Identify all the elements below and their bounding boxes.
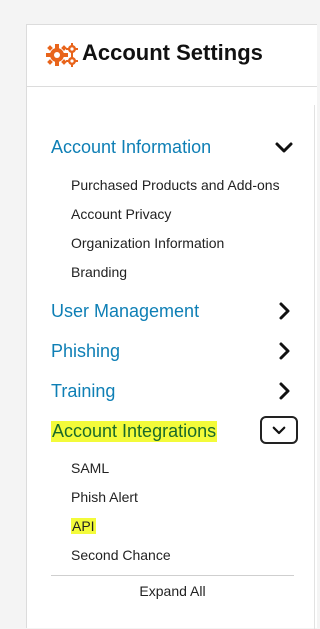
chevron-right-icon[interactable] [272, 299, 296, 323]
section-phishing[interactable]: Phishing [51, 337, 296, 365]
panel-header: Account Settings [27, 25, 317, 87]
nav-item-branding[interactable]: Branding [71, 264, 127, 280]
chevron-right-icon[interactable] [272, 379, 296, 403]
nav-item-api-label[interactable]: API [71, 518, 96, 534]
divider [51, 575, 294, 576]
expand-all-button[interactable]: Expand All [51, 583, 294, 599]
section-training[interactable]: Training [51, 377, 296, 405]
section-label[interactable]: User Management [51, 301, 199, 322]
nav-item-api[interactable]: API [71, 518, 96, 534]
account-settings-panel: Account Settings Account Information Pur… [26, 24, 318, 629]
nav-item-second-chance[interactable]: Second Chance [71, 547, 171, 563]
section-account-information[interactable]: Account Information [51, 133, 296, 161]
chevron-right-icon[interactable] [272, 339, 296, 363]
page-title: Account Settings [82, 40, 263, 65]
chevron-down-icon[interactable] [272, 135, 296, 159]
chevron-down-icon [272, 426, 286, 435]
gears-icon [46, 43, 78, 67]
collapse-toggle-button[interactable] [260, 416, 298, 444]
nav-item-saml[interactable]: SAML [71, 460, 109, 476]
section-label[interactable]: Account Information [51, 137, 211, 158]
nav-item-purchased-products[interactable]: Purchased Products and Add-ons [71, 177, 280, 193]
scroll-edge [314, 105, 318, 629]
section-label[interactable]: Training [51, 381, 115, 402]
nav-item-account-privacy[interactable]: Account Privacy [71, 206, 171, 222]
nav-item-organization-information[interactable]: Organization Information [71, 235, 224, 251]
section-user-management[interactable]: User Management [51, 297, 296, 325]
section-account-integrations[interactable]: Account Integrations [51, 416, 298, 445]
section-label[interactable]: Phishing [51, 341, 120, 362]
nav-item-phish-alert[interactable]: Phish Alert [71, 489, 138, 505]
section-label[interactable]: Account Integrations [51, 421, 218, 442]
